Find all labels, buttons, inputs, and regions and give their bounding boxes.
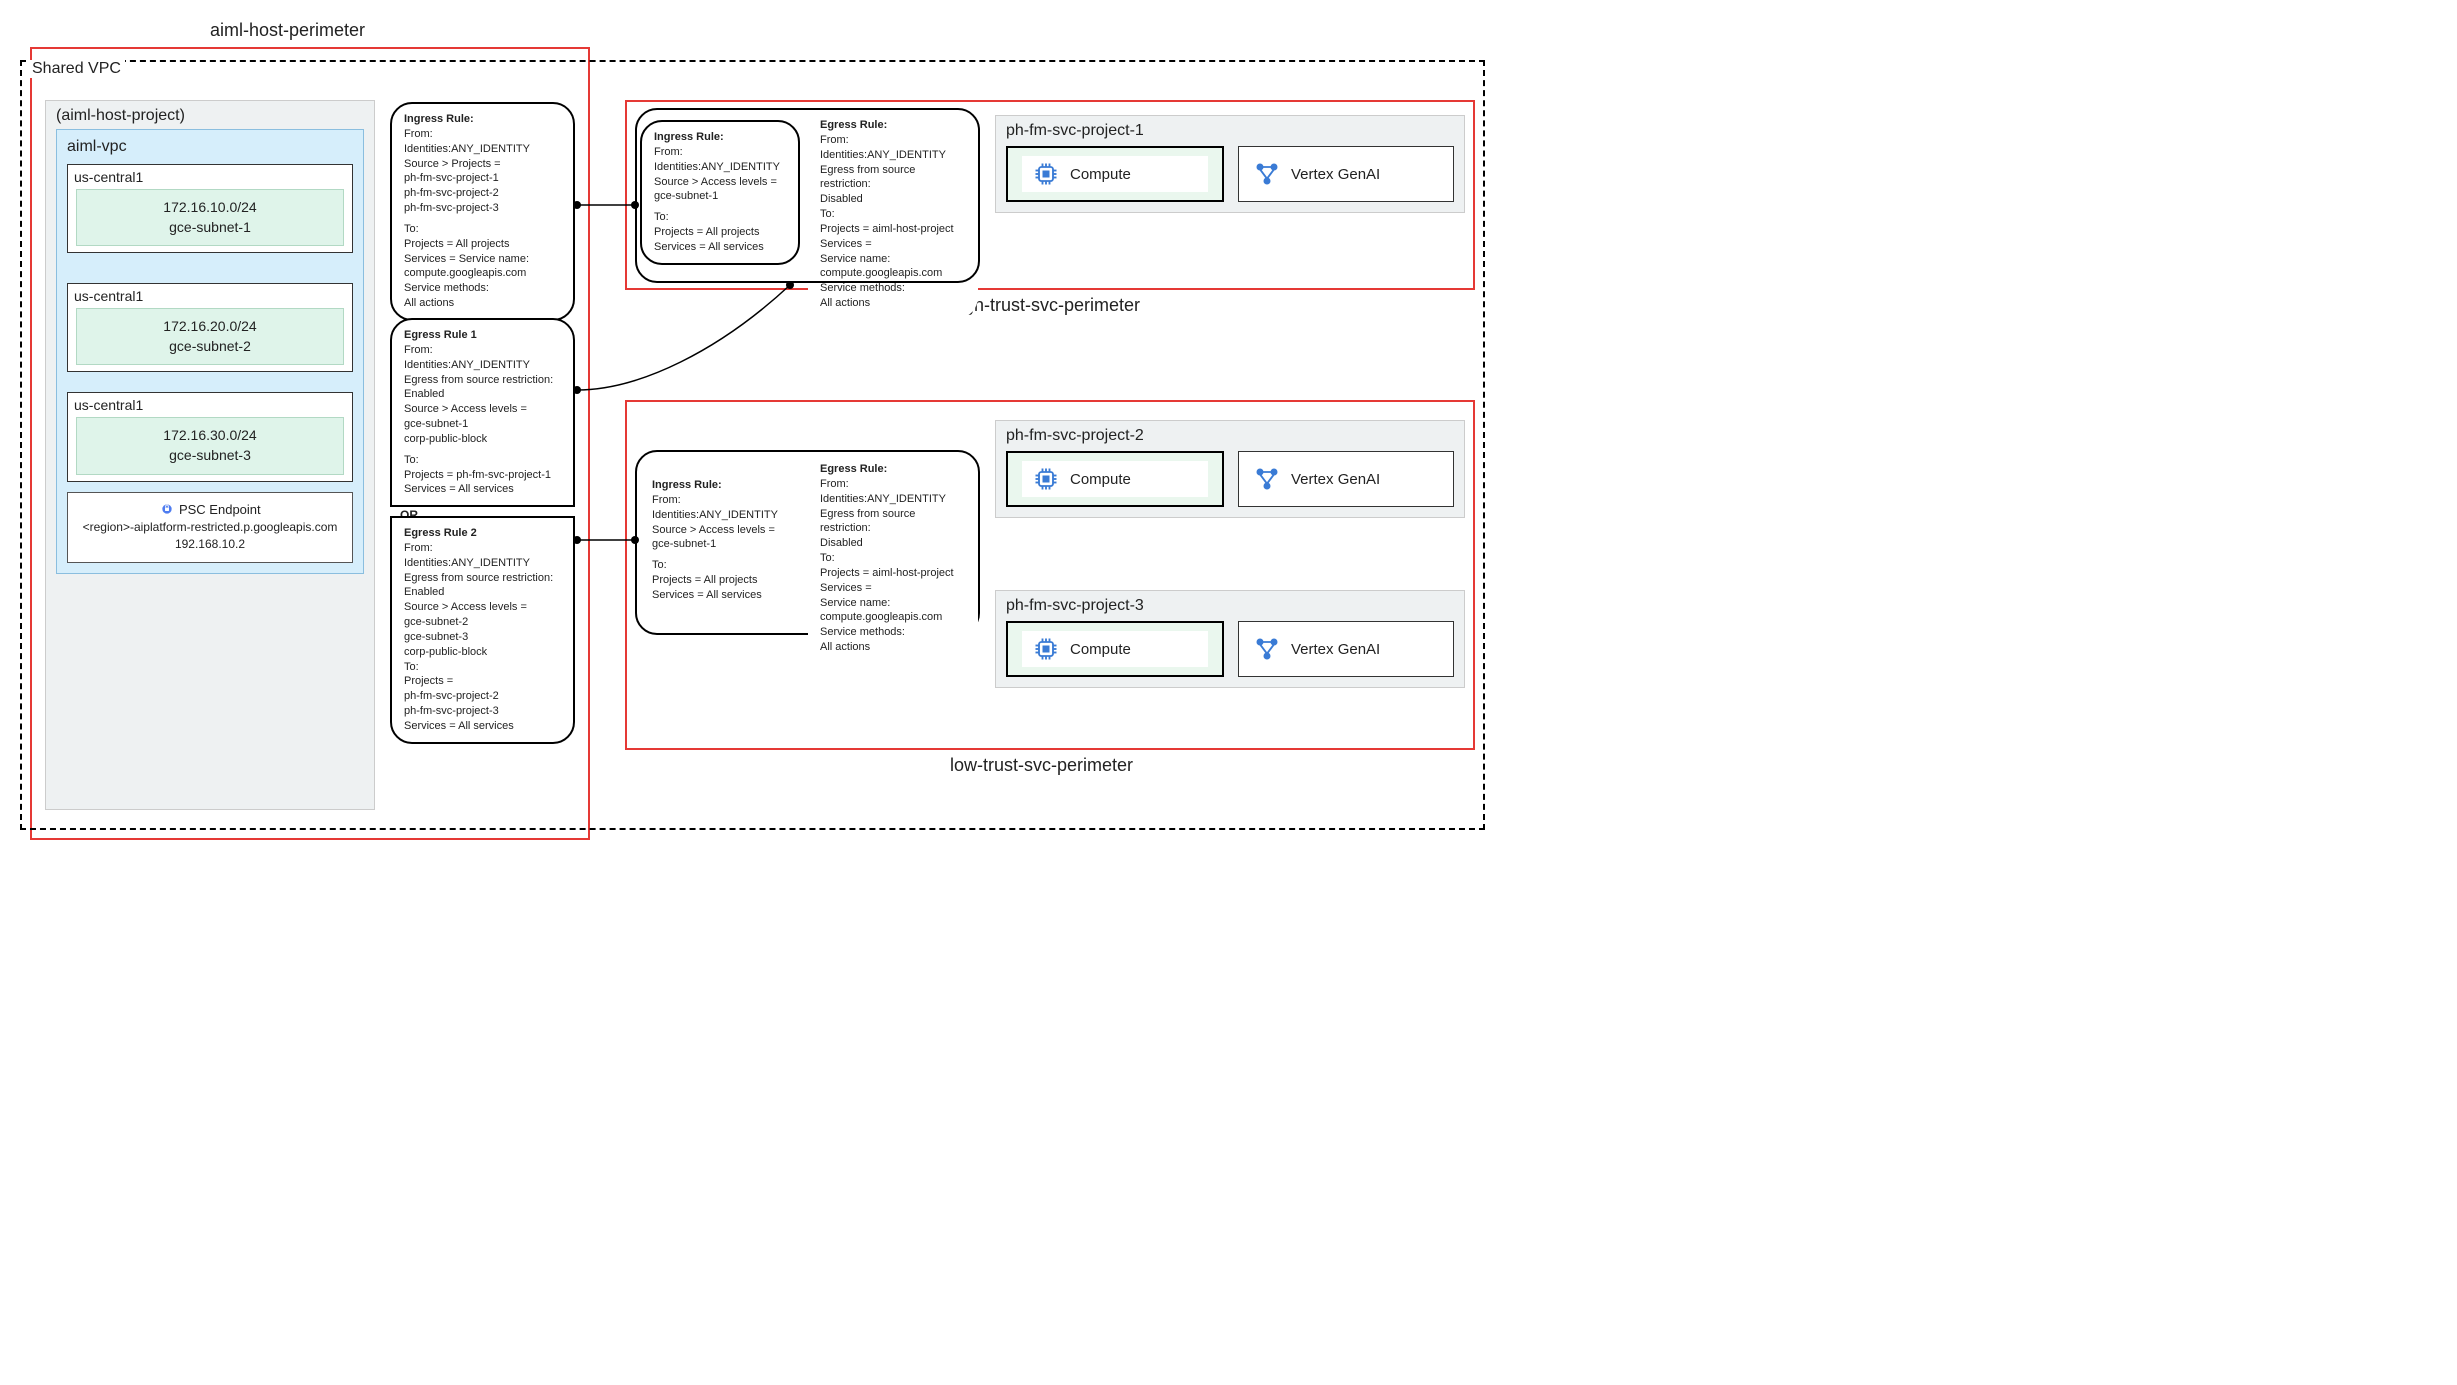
subnet-3: us-central1 172.16.30.0/24 gce-subnet-3 bbox=[67, 392, 353, 481]
compute-icon bbox=[1032, 160, 1060, 188]
subnet-2-name: gce-subnet-2 bbox=[89, 337, 331, 357]
svc-project-2-title: ph-fm-svc-project-2 bbox=[1006, 427, 1454, 445]
vertex-icon bbox=[1253, 160, 1281, 188]
svc2-vertex-card: Vertex GenAI bbox=[1238, 451, 1454, 507]
high-ingress-rule: Ingress Rule: From:Identities:ANY_IDENTI… bbox=[640, 120, 800, 265]
subnet-3-name: gce-subnet-3 bbox=[89, 446, 331, 466]
diagram-canvas: aiml-host-perimeter Shared VPC (aiml-hos… bbox=[20, 20, 1520, 850]
host-ingress-body: From:Identities:ANY_IDENTITYSource > Pro… bbox=[404, 127, 561, 311]
svc2-compute-card: Compute bbox=[1006, 451, 1224, 507]
subnet-2-region: us-central1 bbox=[74, 288, 344, 304]
host-egress-rule-2: Egress Rule 2 From:Identities:ANY_IDENTI… bbox=[390, 516, 575, 744]
host-perimeter-label: aiml-host-perimeter bbox=[210, 20, 365, 41]
svc-project-3-panel: ph-fm-svc-project-3 Compute Vertex GenAI bbox=[995, 590, 1465, 688]
host-ingress-heading: Ingress Rule: bbox=[404, 113, 474, 125]
high-egress-rule: Egress Rule: From:Identities:ANY_IDENTIT… bbox=[808, 110, 978, 319]
high-trust-perimeter-label: high-trust-svc-perimeter bbox=[950, 295, 1140, 316]
low-ingress-rule: Ingress Rule: From:Identities:ANY_IDENTI… bbox=[640, 470, 800, 611]
host-egress1-heading: Egress Rule 1 bbox=[404, 329, 477, 341]
svc1-vertex-card: Vertex GenAI bbox=[1238, 146, 1454, 202]
low-trust-perimeter-label: low-trust-svc-perimeter bbox=[950, 755, 1133, 776]
low-egress-heading: Egress Rule: bbox=[820, 463, 887, 475]
low-egress-rule: Egress Rule: From:Identities:ANY_IDENTIT… bbox=[808, 454, 978, 663]
psc-title: PSC Endpoint bbox=[179, 502, 261, 517]
compute-icon bbox=[1032, 635, 1060, 663]
svc-project-3-title: ph-fm-svc-project-3 bbox=[1006, 597, 1454, 615]
psc-ip: 192.168.10.2 bbox=[74, 536, 346, 553]
host-project-title: (aiml-host-project) bbox=[56, 107, 364, 125]
host-egress-rule-1: Egress Rule 1 From:Identities:ANY_IDENTI… bbox=[390, 318, 575, 507]
svc2-compute-label: Compute bbox=[1070, 471, 1131, 488]
svc-project-1-title: ph-fm-svc-project-1 bbox=[1006, 122, 1454, 140]
svc1-vertex-label: Vertex GenAI bbox=[1291, 166, 1380, 183]
psc-endpoint-card: PSC Endpoint <region>-aiplatform-restric… bbox=[67, 492, 353, 564]
subnet-2-body: 172.16.20.0/24 gce-subnet-2 bbox=[76, 308, 344, 365]
svc-project-1-panel: ph-fm-svc-project-1 Compute Vertex GenAI bbox=[995, 115, 1465, 213]
vpc-title: aiml-vpc bbox=[67, 138, 353, 156]
host-ingress-rule: Ingress Rule: From:Identities:ANY_IDENTI… bbox=[390, 102, 575, 321]
subnet-3-body: 172.16.30.0/24 gce-subnet-3 bbox=[76, 417, 344, 474]
svc3-vertex-label: Vertex GenAI bbox=[1291, 641, 1380, 658]
host-egress1-body: From:Identities:ANY_IDENTITYEgress from … bbox=[404, 343, 561, 497]
low-ingress-body: From:Identities:ANY_IDENTITYSource > Acc… bbox=[652, 493, 788, 603]
host-project-box: (aiml-host-project) aiml-vpc us-central1… bbox=[45, 100, 375, 810]
subnet-1-region: us-central1 bbox=[74, 169, 344, 185]
subnet-2: us-central1 172.16.20.0/24 gce-subnet-2 bbox=[67, 283, 353, 372]
subnet-1: us-central1 172.16.10.0/24 gce-subnet-1 bbox=[67, 164, 353, 253]
subnet-1-body: 172.16.10.0/24 gce-subnet-1 bbox=[76, 189, 344, 246]
vertex-icon bbox=[1253, 465, 1281, 493]
subnet-3-cidr: 172.16.30.0/24 bbox=[89, 426, 331, 446]
subnet-1-cidr: 172.16.10.0/24 bbox=[89, 198, 331, 218]
svc3-compute-label: Compute bbox=[1070, 641, 1131, 658]
svc-project-2-panel: ph-fm-svc-project-2 Compute Vertex GenAI bbox=[995, 420, 1465, 518]
svc1-compute-label: Compute bbox=[1070, 166, 1131, 183]
compute-icon bbox=[1032, 465, 1060, 493]
subnet-2-cidr: 172.16.20.0/24 bbox=[89, 317, 331, 337]
svc3-vertex-card: Vertex GenAI bbox=[1238, 621, 1454, 677]
host-egress2-body: From:Identities:ANY_IDENTITYEgress from … bbox=[404, 541, 561, 734]
svc3-compute-card: Compute bbox=[1006, 621, 1224, 677]
low-egress-body: From:Identities:ANY_IDENTITYEgress from … bbox=[820, 477, 966, 655]
high-ingress-body: From:Identities:ANY_IDENTITYSource > Acc… bbox=[654, 145, 786, 255]
vertex-icon bbox=[1253, 635, 1281, 663]
high-egress-body: From:Identities:ANY_IDENTITYEgress from … bbox=[820, 133, 966, 311]
host-egress2-heading: Egress Rule 2 bbox=[404, 527, 477, 539]
vpc-box: aiml-vpc us-central1 172.16.10.0/24 gce-… bbox=[56, 129, 364, 574]
psc-host: <region>-aiplatform-restricted.p.googlea… bbox=[74, 519, 346, 536]
high-egress-heading: Egress Rule: bbox=[820, 119, 887, 131]
subnet-1-name: gce-subnet-1 bbox=[89, 218, 331, 238]
svc1-compute-card: Compute bbox=[1006, 146, 1224, 202]
psc-lock-icon bbox=[159, 501, 175, 517]
low-ingress-heading: Ingress Rule: bbox=[652, 479, 722, 491]
shared-vpc-title: Shared VPC bbox=[28, 60, 125, 78]
svc2-vertex-label: Vertex GenAI bbox=[1291, 471, 1380, 488]
subnet-3-region: us-central1 bbox=[74, 397, 344, 413]
high-ingress-heading: Ingress Rule: bbox=[654, 131, 724, 143]
